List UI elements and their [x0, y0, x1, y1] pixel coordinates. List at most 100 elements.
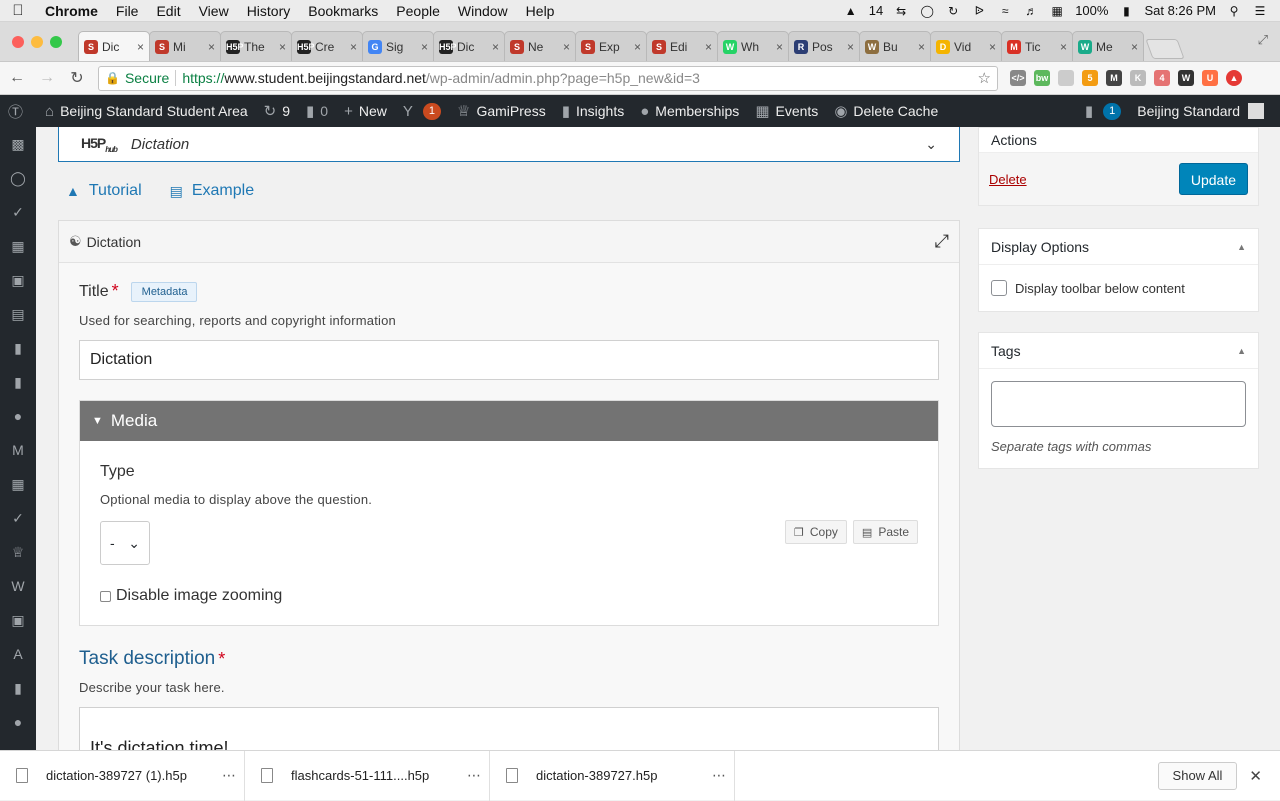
extension-grey-icon[interactable]	[1058, 70, 1074, 86]
h5p-hub-bar[interactable]: H5Phub Dictation ⌄	[58, 127, 960, 162]
browser-tab[interactable]: G Sig ×	[362, 31, 434, 61]
comments-link[interactable]: ▮ 0	[298, 95, 336, 127]
adobe-icon[interactable]: ▲	[843, 4, 859, 18]
browser-tab[interactable]: H5P Cre ×	[291, 31, 363, 61]
teamviewer-icon[interactable]: ⇆	[893, 4, 909, 18]
collapse-arrow-icon[interactable]: ▲	[1237, 242, 1246, 252]
tags-input[interactable]	[991, 381, 1246, 427]
display-options-header[interactable]: Display Options ▲	[979, 229, 1258, 265]
paste-button[interactable]: ▤ Paste	[852, 520, 918, 544]
minimize-window-button[interactable]	[31, 36, 43, 48]
menu-edit[interactable]: Edit	[147, 3, 189, 19]
appearance-icon[interactable]: ●	[0, 705, 36, 739]
tab-close-icon[interactable]: ×	[1131, 40, 1138, 54]
collapse-arrow-icon[interactable]: ▲	[1237, 346, 1246, 356]
update-button[interactable]: Update	[1178, 163, 1248, 195]
gamipress-link[interactable]: ♕ GamiPress	[449, 95, 554, 127]
forward-button[interactable]: →	[34, 69, 60, 87]
tab-close-icon[interactable]: ×	[918, 40, 925, 54]
tab-close-icon[interactable]: ×	[350, 40, 357, 54]
show-all-button[interactable]: Show All	[1157, 761, 1238, 790]
browser-tab[interactable]: H5P Dic ×	[433, 31, 505, 61]
tutorial-link[interactable]: ▲ Tutorial	[66, 182, 142, 200]
download-item[interactable]: flashcards-51-111....h5p ⋯	[245, 750, 490, 801]
gamipress-menu-icon[interactable]: ♕	[0, 535, 36, 569]
keyboard-icon[interactable]: ▦	[1049, 4, 1065, 18]
bookmark-star-icon[interactable]: ☆	[978, 69, 991, 87]
media-icon[interactable]: ▣	[0, 263, 36, 297]
back-button[interactable]: ←	[4, 69, 30, 87]
browser-tab[interactable]: S Dic ×	[78, 31, 150, 61]
fullscreen-expand-icon[interactable]: ⤢	[935, 231, 949, 252]
browser-tab[interactable]: S Mi ×	[149, 31, 221, 61]
menu-file[interactable]: File	[107, 3, 148, 19]
extension-w-icon[interactable]: W	[1178, 70, 1194, 86]
tab-close-icon[interactable]: ×	[421, 40, 428, 54]
tab-close-icon[interactable]: ×	[208, 40, 215, 54]
tab-close-icon[interactable]: ×	[279, 40, 286, 54]
pages-icon[interactable]: ▤	[0, 297, 36, 331]
zoom-window-button[interactable]	[50, 36, 62, 48]
calendar-menu-icon[interactable]: ▦	[0, 229, 36, 263]
browser-tab[interactable]: S Ne ×	[504, 31, 576, 61]
extension-u-icon[interactable]: U	[1202, 70, 1218, 86]
menu-history[interactable]: History	[238, 3, 300, 19]
extension-red-icon[interactable]: ▲	[1226, 70, 1242, 86]
tab-close-icon[interactable]: ×	[492, 40, 499, 54]
media-group-header[interactable]: ▼ Media	[80, 401, 938, 441]
metadata-button[interactable]: Metadata	[130, 281, 197, 302]
browser-tab[interactable]: S Exp ×	[575, 31, 647, 61]
extension-orange-icon[interactable]: 5	[1082, 70, 1098, 86]
menu-people[interactable]: People	[387, 3, 449, 19]
events-link[interactable]: ▦ Events	[747, 95, 826, 127]
tab-close-icon[interactable]: ×	[563, 40, 570, 54]
browser-tab[interactable]: W Bu ×	[859, 31, 931, 61]
time-machine-icon[interactable]: ↻	[945, 4, 961, 18]
apple-icon[interactable]: 	[0, 2, 36, 19]
tab-close-icon[interactable]: ×	[847, 40, 854, 54]
more-options-icon[interactable]: ⋯	[214, 767, 244, 784]
notification-center-icon[interactable]: ☰	[1252, 4, 1268, 18]
pin-icon[interactable]: ✓	[0, 195, 36, 229]
spotlight-icon[interactable]: ⚲	[1226, 4, 1242, 18]
more-options-icon[interactable]: ⋯	[704, 767, 734, 784]
tab-close-icon[interactable]: ×	[1060, 40, 1067, 54]
wifi-icon[interactable]: ≈	[997, 4, 1013, 18]
menu-app-name[interactable]: Chrome	[36, 3, 107, 19]
download-item[interactable]: dictation-389727 (1).h5p ⋯	[0, 750, 245, 801]
reload-button[interactable]: ↻	[64, 68, 90, 88]
tags-header[interactable]: Tags ▲	[979, 333, 1258, 369]
woo-icon[interactable]: W	[0, 569, 36, 603]
menu-view[interactable]: View	[190, 3, 238, 19]
pin2-icon[interactable]: ✓	[0, 501, 36, 535]
copy-button[interactable]: ❐ Copy	[785, 520, 847, 544]
messages-icon[interactable]: ◯	[919, 4, 935, 18]
download-item[interactable]: dictation-389727.h5p ⋯	[490, 750, 735, 801]
extension-badge-icon[interactable]: 4	[1154, 70, 1170, 86]
yoast-link[interactable]: Y1	[395, 95, 449, 127]
tab-close-icon[interactable]: ×	[705, 40, 712, 54]
memberships-link[interactable]: ● Memberships	[632, 95, 747, 127]
extension-m-icon[interactable]: M	[1106, 70, 1122, 86]
users-icon[interactable]: ●	[0, 399, 36, 433]
close-icon[interactable]: ✕	[1249, 767, 1262, 785]
close-window-button[interactable]	[12, 36, 24, 48]
m-plugin-icon[interactable]: M	[0, 433, 36, 467]
user-account-link[interactable]: Beijing Standard	[1129, 95, 1280, 127]
menu-bookmarks[interactable]: Bookmarks	[299, 3, 387, 19]
browser-tab[interactable]: R Pos ×	[788, 31, 860, 61]
browser-tab[interactable]: H5P The ×	[220, 31, 292, 61]
disable-zoom-checkbox[interactable]	[100, 590, 111, 602]
extension-code-icon[interactable]: </>	[1010, 70, 1026, 86]
delete-link[interactable]: Delete	[989, 172, 1027, 187]
comments-menu-icon[interactable]: ▮	[0, 331, 36, 365]
new-tab-button[interactable]	[1145, 39, 1185, 59]
display-toolbar-checkbox[interactable]	[991, 280, 1007, 296]
browser-tab[interactable]: M Tic ×	[1001, 31, 1073, 61]
extension-bw-icon[interactable]: bw	[1034, 70, 1050, 86]
menu-help[interactable]: Help	[517, 3, 564, 19]
tab-close-icon[interactable]: ×	[137, 40, 144, 54]
chevron-down-icon[interactable]: ⌄	[925, 136, 937, 153]
updates-link[interactable]: ↻ 9	[256, 95, 298, 127]
browser-tab[interactable]: D Vid ×	[930, 31, 1002, 61]
